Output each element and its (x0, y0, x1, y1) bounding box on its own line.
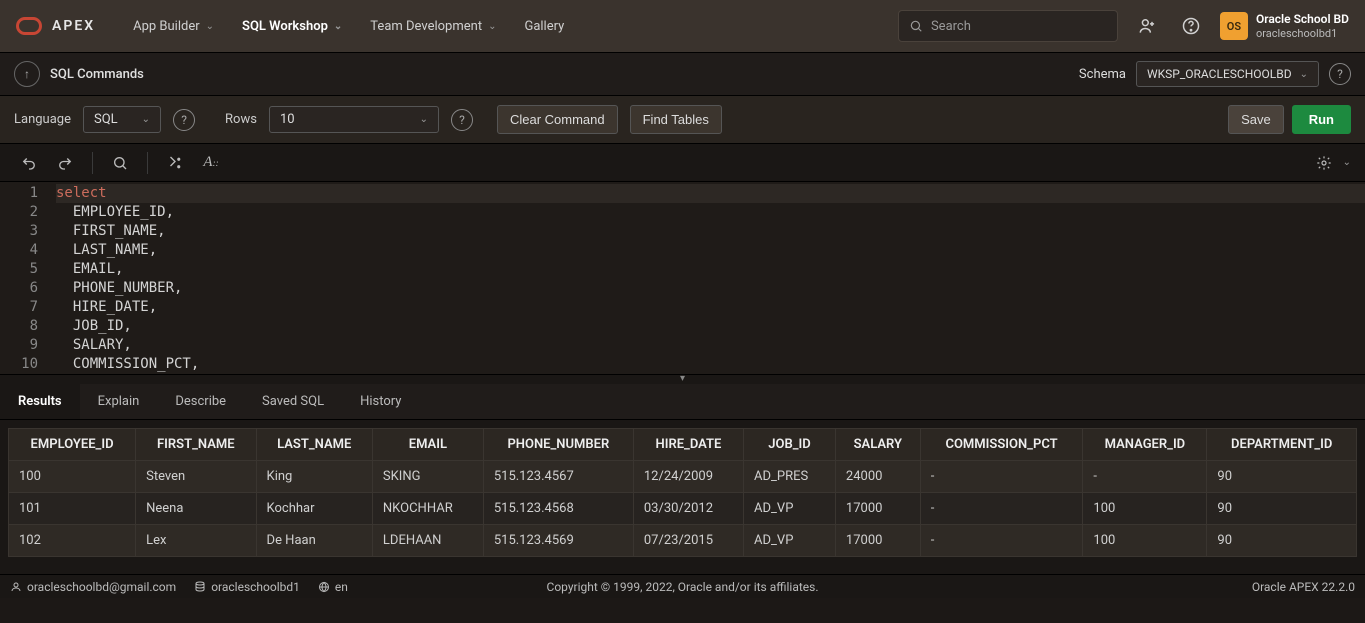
globe-icon (318, 581, 330, 593)
line-gutter: 12345678910 (0, 182, 48, 374)
user-name: oracleschoolbd1 (1256, 27, 1349, 40)
column-header[interactable]: JOB_ID (744, 429, 836, 461)
user-icon (10, 581, 22, 593)
nav-item-app-builder[interactable]: App Builder ⌄ (119, 11, 228, 42)
column-header[interactable]: FIRST_NAME (136, 429, 256, 461)
clear-command-button[interactable]: Clear Command (497, 105, 618, 134)
tab-explain[interactable]: Explain (80, 384, 158, 419)
save-button[interactable]: Save (1228, 105, 1284, 134)
search-placeholder: Search (931, 19, 971, 34)
column-header[interactable]: DEPARTMENT_ID (1207, 429, 1357, 461)
page-title: SQL Commands (50, 67, 144, 82)
logo-text: APEX (52, 18, 95, 34)
find-icon[interactable] (105, 148, 135, 178)
footer-workspace[interactable]: oracleschoolbd1 (194, 580, 300, 594)
user-menu[interactable]: OS Oracle School BD oracleschoolbd1 (1220, 12, 1349, 40)
format-icon[interactable]: A:: (196, 148, 226, 178)
schema-help-icon[interactable]: ? (1329, 63, 1351, 85)
page-subheader: ↑ SQL Commands Schema WKSP_ORACLESCHOOLB… (0, 52, 1365, 96)
find-tables-button[interactable]: Find Tables (630, 105, 722, 134)
column-header[interactable]: HIRE_DATE (633, 429, 743, 461)
footer: oracleschoolbd@gmail.com oracleschoolbd1… (0, 574, 1365, 598)
autocomplete-icon[interactable] (160, 148, 190, 178)
rows-select[interactable]: 10 ⌄ (269, 106, 439, 133)
table-row[interactable]: 100StevenKingSKING515.123.456712/24/2009… (9, 461, 1357, 493)
language-label: Language (14, 112, 71, 127)
rows-label: Rows (225, 112, 257, 127)
language-select[interactable]: SQL ⌄ (83, 106, 161, 133)
user-org: Oracle School BD (1256, 12, 1349, 26)
chevron-down-icon: ⌄ (1300, 69, 1308, 80)
oracle-logo-icon (16, 17, 42, 35)
admin-icon[interactable] (1132, 11, 1162, 41)
help-icon[interactable] (1176, 11, 1206, 41)
database-icon (194, 581, 206, 593)
settings-icon[interactable] (1309, 148, 1339, 178)
editor-toolbar: A:: ⌄ (0, 144, 1365, 182)
rows-help-icon[interactable]: ? (451, 109, 473, 131)
avatar: OS (1220, 12, 1248, 40)
chevron-down-icon: ⌄ (420, 114, 428, 125)
chevron-down-icon: ⌄ (206, 21, 214, 32)
column-header[interactable]: PHONE_NUMBER (483, 429, 633, 461)
chevron-down-icon: ⌄ (334, 21, 342, 32)
chevron-down-icon: ⌄ (488, 21, 496, 32)
schema-label: Schema (1079, 67, 1126, 82)
nav-item-team-development[interactable]: Team Development ⌄ (356, 11, 510, 42)
chevron-down-icon: ⌄ (142, 114, 150, 125)
nav-item-sql-workshop[interactable]: SQL Workshop ⌄ (228, 11, 356, 42)
table-row[interactable]: 101NeenaKochharNKOCHHAR515.123.456803/30… (9, 493, 1357, 525)
logo[interactable]: APEX (16, 17, 95, 35)
top-nav: APEX App Builder ⌄SQL Workshop ⌄Team Dev… (0, 0, 1365, 52)
column-header[interactable]: EMAIL (372, 429, 483, 461)
run-button[interactable]: Run (1292, 105, 1351, 134)
redo-icon[interactable] (50, 148, 80, 178)
undo-icon[interactable] (14, 148, 44, 178)
column-header[interactable]: COMMISSION_PCT (920, 429, 1083, 461)
results-table: EMPLOYEE_IDFIRST_NAMELAST_NAMEEMAILPHONE… (8, 428, 1357, 557)
nav-item-gallery[interactable]: Gallery (510, 11, 578, 42)
footer-language[interactable]: en (318, 580, 348, 594)
chevron-down-icon: ⌄ (1343, 157, 1351, 168)
tab-history[interactable]: History (342, 384, 419, 419)
footer-copyright: Copyright © 1999, 2022, Oracle and/or it… (547, 580, 819, 594)
results-panel: EMPLOYEE_IDFIRST_NAMELAST_NAMEEMAILPHONE… (0, 420, 1365, 574)
language-help-icon[interactable]: ? (173, 109, 195, 131)
code-editor[interactable]: 12345678910 select EMPLOYEE_ID, FIRST_NA… (0, 182, 1365, 374)
table-row[interactable]: 102LexDe HaanLDEHAAN515.123.456907/23/20… (9, 525, 1357, 557)
tab-describe[interactable]: Describe (157, 384, 244, 419)
sql-toolbar: Language SQL ⌄ ? Rows 10 ⌄ ? Clear Comma… (0, 96, 1365, 144)
column-header[interactable]: LAST_NAME (256, 429, 372, 461)
tab-saved-sql[interactable]: Saved SQL (244, 384, 342, 419)
tab-results[interactable]: Results (0, 384, 80, 419)
results-tabs: ResultsExplainDescribeSaved SQLHistory (0, 384, 1365, 420)
search-input[interactable]: Search (898, 10, 1118, 42)
footer-email[interactable]: oracleschoolbd@gmail.com (10, 580, 176, 594)
up-arrow-icon[interactable]: ↑ (14, 61, 40, 87)
column-header[interactable]: SALARY (835, 429, 920, 461)
column-header[interactable]: MANAGER_ID (1083, 429, 1207, 461)
footer-version: Oracle APEX 22.2.0 (1252, 580, 1355, 594)
search-icon (909, 19, 923, 33)
schema-select[interactable]: WKSP_ORACLESCHOOLBD ⌄ (1136, 61, 1319, 87)
column-header[interactable]: EMPLOYEE_ID (9, 429, 136, 461)
splitter-handle[interactable] (0, 374, 1365, 384)
